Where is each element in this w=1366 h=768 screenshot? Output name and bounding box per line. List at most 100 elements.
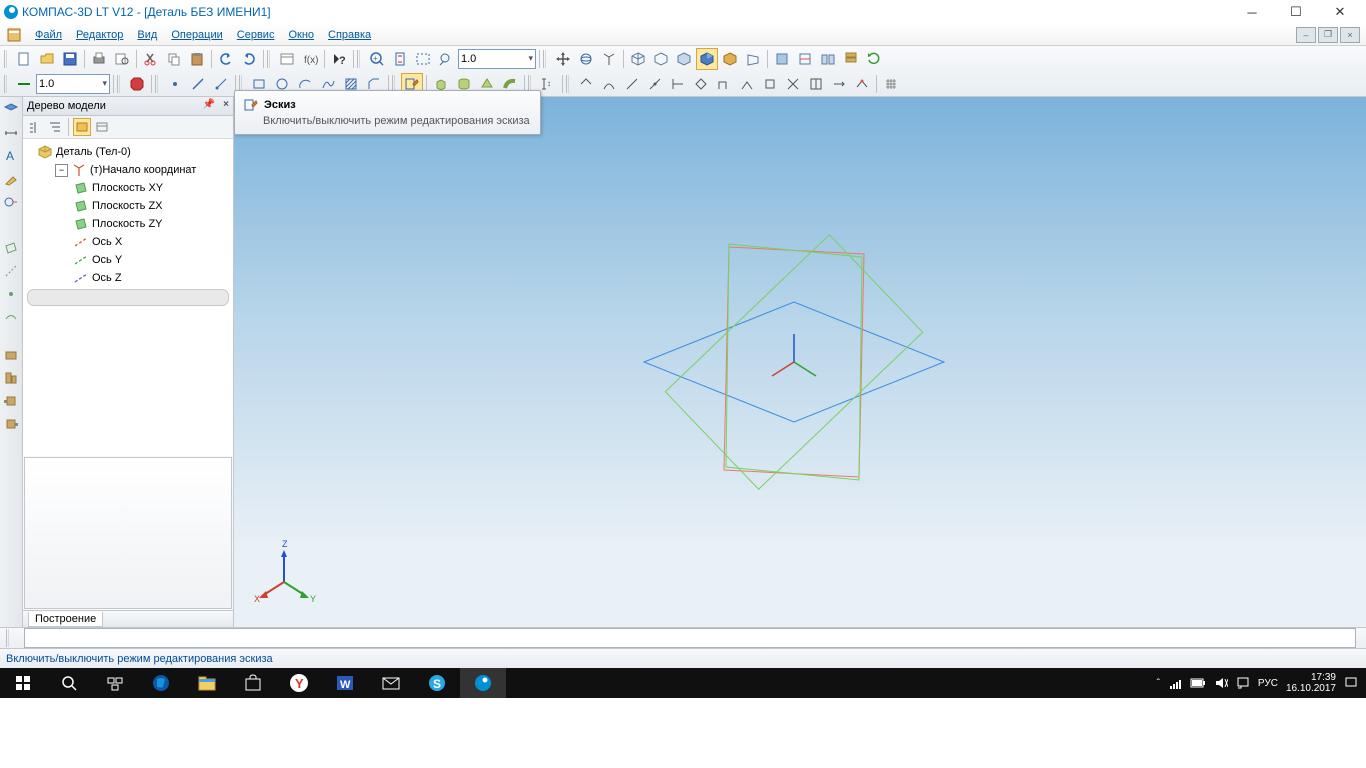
tree-root[interactable]: Деталь (Тел-0) [25,143,231,161]
tree-style1-button[interactable] [26,118,44,136]
menu-window[interactable]: Окно [281,29,321,41]
snap7-button[interactable] [713,73,735,95]
aux-plane-button[interactable] [1,238,21,258]
taskbar-store[interactable] [230,668,276,698]
snap6-button[interactable] [690,73,712,95]
tree-show-button[interactable] [73,118,91,136]
tree-axis-x[interactable]: Ось X [25,233,231,251]
tree-plane-xy[interactable]: Плоскость XY [25,179,231,197]
tray-lang[interactable]: РУС [1258,678,1278,689]
menu-file[interactable]: Файл [28,29,69,41]
snap2-button[interactable] [598,73,620,95]
zoom-in-button[interactable]: + [366,48,388,70]
paste-button[interactable] [186,48,208,70]
property-input[interactable] [24,628,1356,648]
taskbar-explorer[interactable] [184,668,230,698]
tray-expand-icon[interactable]: ˆ [1157,678,1160,689]
toolbar-grip[interactable] [4,50,9,68]
tree-plane-zx[interactable]: Плоскость ZX [25,197,231,215]
tree-plane-zy[interactable]: Плоскость ZY [25,215,231,233]
search-button[interactable] [46,668,92,698]
mdi-close[interactable]: × [1340,27,1360,43]
point-button[interactable] [164,73,186,95]
section2-button[interactable] [794,48,816,70]
document-icon[interactable] [6,27,22,43]
mode-tab-construction[interactable]: Построение [28,612,103,627]
variables-button[interactable]: f(x) [299,48,321,70]
taskbar-edge[interactable] [138,668,184,698]
mdi-restore[interactable]: ❐ [1318,27,1338,43]
tray-clock[interactable]: 17:39 16.10.2017 [1286,672,1336,694]
tree-table-button[interactable] [93,118,111,136]
feat3-button[interactable] [1,391,21,411]
pan-button[interactable] [552,48,574,70]
menu-operations[interactable]: Операции [164,29,229,41]
dim-button[interactable] [1,123,21,143]
snap5-button[interactable] [667,73,689,95]
snap13-button[interactable] [851,73,873,95]
menu-editor[interactable]: Редактор [69,29,130,41]
taskbar-word[interactable]: W [322,668,368,698]
tray-sound-icon[interactable] [1214,676,1228,690]
toolbar-grip[interactable] [155,75,160,93]
line-style-button[interactable] [13,73,35,95]
preview-button[interactable] [111,48,133,70]
view-iso-button[interactable] [627,48,649,70]
taskbar-mail[interactable] [368,668,414,698]
undo-button[interactable] [215,48,237,70]
taskbar-yandex[interactable]: Y [276,668,322,698]
aux-axis-button[interactable] [1,261,21,281]
tray-notification-icon[interactable] [1344,676,1358,690]
viewport-3d[interactable]: Эскиз Включить/выключить режим редактиро… [234,97,1366,627]
snap8-button[interactable] [736,73,758,95]
toolbar-grip[interactable] [357,50,362,68]
zoom-prev-button[interactable] [435,48,457,70]
copy-button[interactable] [163,48,185,70]
redo-button[interactable] [238,48,260,70]
stop-button[interactable] [126,73,148,95]
view-shaded-edges-button[interactable] [719,48,741,70]
view-wireframe-button[interactable] [650,48,672,70]
collapse-icon[interactable]: − [55,164,68,177]
toolbar-grip[interactable] [117,75,122,93]
task-view-button[interactable] [92,668,138,698]
tree-axis-z[interactable]: Ось Z [25,269,231,287]
menu-help[interactable]: Справка [321,29,378,41]
zoom-pageheight-button[interactable] [389,48,411,70]
zoom-window-button[interactable] [412,48,434,70]
feat4-button[interactable] [1,414,21,434]
snap1-button[interactable] [575,73,597,95]
aux-point-button[interactable] [1,284,21,304]
tree-style2-button[interactable] [46,118,64,136]
tree-scrollbar[interactable] [27,289,229,306]
minimize-button[interactable]: ─ [1230,1,1274,23]
tree-origin[interactable]: − (т)Начало координат [25,161,231,179]
taskbar-skype[interactable]: S [414,668,460,698]
help-button[interactable]: ? [328,48,350,70]
ray-button[interactable] [210,73,232,95]
snap10-button[interactable] [782,73,804,95]
line-button[interactable] [187,73,209,95]
pin-icon[interactable]: 📌 [203,99,215,110]
toolbar-grip[interactable] [267,50,272,68]
save-button[interactable] [59,48,81,70]
feat2-button[interactable] [1,368,21,388]
view-shaded-button[interactable] [696,48,718,70]
tray-action-icon[interactable] [1236,676,1250,690]
menu-service[interactable]: Сервис [230,29,282,41]
panel-close-icon[interactable]: × [223,99,229,110]
orbit-button[interactable] [575,48,597,70]
view-axis-button[interactable] [598,48,620,70]
tray-wifi-icon[interactable] [1168,676,1182,690]
layers-button[interactable] [840,48,862,70]
measure-button[interactable] [1,169,21,189]
geom-button[interactable] [1,100,21,120]
start-button[interactable] [0,668,46,698]
toolbar-grip[interactable] [4,75,9,93]
properties-button[interactable] [276,48,298,70]
maximize-button[interactable]: ☐ [1274,1,1318,23]
grid-button[interactable] [880,73,902,95]
close-button[interactable]: ✕ [1318,1,1362,23]
snap4-button[interactable] [644,73,666,95]
snap11-button[interactable] [805,73,827,95]
